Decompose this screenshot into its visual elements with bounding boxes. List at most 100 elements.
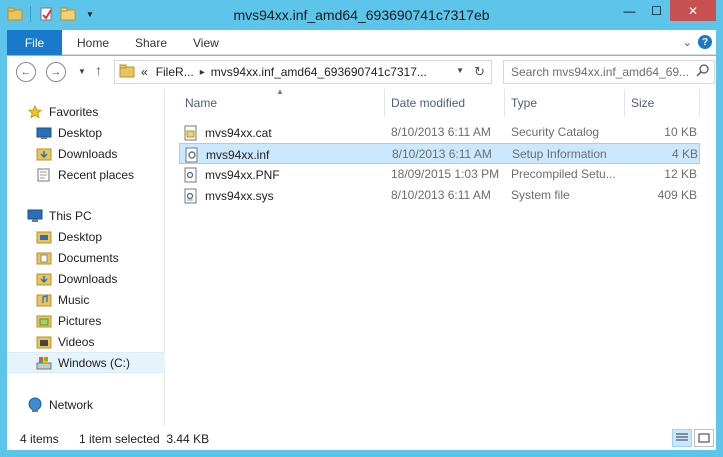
nav-this-pc[interactable]: This PC	[7, 205, 165, 226]
nav-label: Videos	[58, 334, 95, 349]
nav-item-pictures[interactable]: Pictures	[7, 310, 165, 331]
nav-label: Pictures	[58, 313, 102, 328]
search-icon[interactable]	[696, 64, 709, 80]
nav-label: Recent places	[58, 167, 135, 182]
breadcrumb-item[interactable]: mvs94xx.inf_amd64_693690741c7317...	[211, 65, 427, 79]
nav-label: Network	[49, 397, 94, 412]
nav-favorites[interactable]: Favorites	[7, 101, 165, 122]
recent-locations-dropdown[interactable]: ▼	[78, 67, 86, 76]
back-button[interactable]: ←	[16, 62, 36, 82]
column-header-name[interactable]: ▲ Name	[179, 87, 385, 117]
file-name-cell: mvs94xx.inf	[184, 147, 384, 163]
status-bar: 4 items 1 item selected 3.44 KB	[7, 426, 716, 450]
main-content: Favorites Desktop Downloads Recent place…	[7, 87, 716, 426]
file-date: 8/10/2013 6:11 AM	[391, 188, 491, 202]
expand-ribbon-icon[interactable]: ⌄	[683, 36, 692, 49]
nav-item-recent-places[interactable]: Recent places	[7, 164, 165, 185]
file-type: Setup Information	[512, 147, 607, 161]
nav-item-desktop[interactable]: Desktop	[7, 122, 165, 143]
tab-file[interactable]: File	[7, 30, 62, 55]
file-name-cell: mvs94xx.sys	[183, 188, 383, 204]
help-icon[interactable]: ?	[698, 35, 712, 49]
window-controls: — ☐ ✕	[616, 0, 716, 21]
large-icons-view-button[interactable]	[694, 429, 714, 447]
close-button[interactable]: ✕	[670, 0, 716, 21]
large-icons-view-icon	[698, 433, 710, 443]
item-count: 4 items	[20, 432, 59, 446]
pictures-folder-icon	[36, 313, 52, 329]
security-catalog-icon	[184, 125, 197, 141]
file-row[interactable]: mvs94xx.PNF 18/09/2015 1:03 PM Precompil…	[179, 164, 700, 185]
tab-view[interactable]: View	[193, 36, 219, 50]
details-view-icon	[676, 433, 688, 441]
address-dropdown-icon[interactable]: ▼	[456, 66, 464, 75]
ribbon-help-area: ⌄ ?	[683, 35, 712, 49]
documents-folder-icon	[36, 250, 52, 266]
up-button[interactable]: ↑	[95, 62, 102, 78]
title-bar[interactable]: ▼ mvs94xx.inf_amd64_693690741c7317eb — ☐…	[0, 0, 723, 30]
file-name: mvs94xx.PNF	[205, 168, 280, 182]
nav-label: Documents	[58, 250, 119, 265]
column-label: Date modified	[391, 96, 466, 110]
column-header-date-modified[interactable]: Date modified	[385, 89, 505, 117]
nav-item-documents[interactable]: Documents	[7, 247, 165, 268]
breadcrumb-separator-icon[interactable]: ▸	[200, 67, 205, 78]
nav-item-pc-desktop[interactable]: Desktop	[7, 226, 165, 247]
up-arrow-icon: ↑	[95, 62, 102, 78]
file-name-cell: mvs94xx.cat	[183, 125, 383, 141]
search-input[interactable]: Search mvs94xx.inf_amd64_69...	[503, 60, 715, 84]
file-row[interactable]: mvs94xx.sys 8/10/2013 6:11 AM System fil…	[179, 185, 700, 206]
breadcrumb-overflow[interactable]: «	[141, 65, 148, 79]
file-row-selected[interactable]: mvs94xx.inf 8/10/2013 6:11 AM Setup Info…	[179, 143, 700, 164]
file-type: System file	[511, 188, 570, 202]
forward-arrow-icon: →	[50, 66, 62, 78]
file-name: mvs94xx.inf	[206, 148, 270, 162]
system-file-icon	[184, 188, 197, 204]
file-date: 8/10/2013 6:11 AM	[391, 125, 491, 139]
tab-home[interactable]: Home	[77, 36, 109, 50]
nav-item-pc-downloads[interactable]: Downloads	[7, 268, 165, 289]
pnf-file-icon	[184, 167, 197, 183]
column-label: Size	[631, 96, 655, 110]
drive-icon	[36, 355, 52, 371]
star-icon	[27, 104, 43, 120]
tab-share[interactable]: Share	[135, 36, 167, 50]
breadcrumb-item[interactable]: FileR...	[156, 65, 194, 79]
file-name: mvs94xx.cat	[205, 126, 272, 140]
file-size: 409 KB	[657, 188, 697, 202]
details-view-button[interactable]	[672, 429, 692, 447]
forward-button[interactable]: →	[46, 62, 66, 82]
network-icon	[27, 397, 43, 413]
explorer-window: ▼ mvs94xx.inf_amd64_693690741c7317eb — ☐…	[0, 0, 723, 457]
desktop-folder-icon	[36, 229, 52, 245]
file-type: Precompiled Setu...	[511, 167, 616, 181]
nav-item-videos[interactable]: Videos	[7, 331, 165, 352]
address-bar[interactable]: « FileR... ▸ mvs94xx.inf_amd64_693690741…	[114, 60, 492, 84]
sort-ascending-icon: ▲	[276, 87, 284, 96]
file-size: 4 KB	[671, 147, 698, 161]
back-arrow-icon: ←	[20, 66, 32, 78]
refresh-icon[interactable]: ↻	[474, 64, 485, 80]
window-title: mvs94xx.inf_amd64_693690741c7317eb	[233, 7, 490, 23]
file-list: ▲ Name Date modified Type Size mvs94xx.c…	[179, 87, 716, 426]
file-type: Security Catalog	[511, 125, 600, 139]
nav-item-music[interactable]: Music	[7, 289, 165, 310]
column-label: Type	[511, 96, 538, 110]
file-row[interactable]: mvs94xx.cat 8/10/2013 6:11 AM Security C…	[179, 122, 700, 143]
file-size: 10 KB	[664, 125, 697, 139]
nav-item-downloads[interactable]: Downloads	[7, 143, 165, 164]
file-date: 8/10/2013 6:11 AM	[392, 147, 492, 161]
maximize-button[interactable]: ☐	[643, 0, 670, 21]
navigation-pane[interactable]: Favorites Desktop Downloads Recent place…	[7, 89, 165, 426]
nav-network[interactable]: Network	[7, 394, 165, 415]
view-switcher	[672, 429, 714, 447]
setup-info-icon	[185, 147, 198, 163]
nav-item-windows-c[interactable]: Windows (C:)	[7, 352, 165, 373]
minimize-button[interactable]: —	[616, 0, 643, 21]
file-name: mvs94xx.sys	[205, 189, 274, 203]
column-header-size[interactable]: Size	[625, 89, 700, 117]
window-frame-bottom	[0, 450, 723, 457]
nav-label: Music	[58, 292, 90, 307]
column-header-type[interactable]: Type	[505, 89, 625, 117]
nav-label: This PC	[49, 208, 92, 223]
